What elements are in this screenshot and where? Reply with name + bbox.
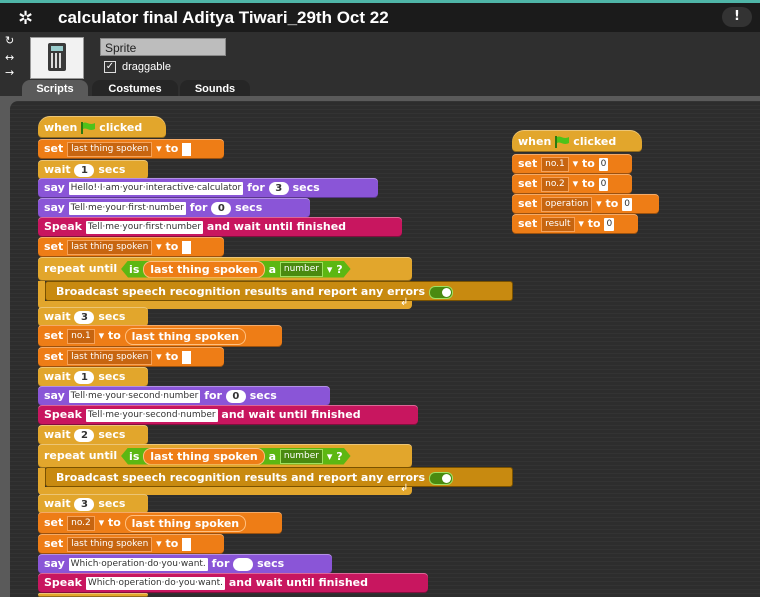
when-flag-clicked-hat[interactable]: when clicked [512,130,642,152]
loop-arrow-icon: ↲ [400,483,409,494]
say-for-block[interactable]: say Which·operation·do·you·want. for sec… [38,554,332,574]
set-block[interactable]: set no.1 ▾ to 0 [512,154,632,174]
wait-block[interactable]: wait 3 secs [38,494,148,514]
wait-block[interactable]: wait 3 secs [38,307,148,327]
set-block[interactable]: set no.2 ▾ to 0 [512,174,632,194]
set-block[interactable]: set result ▾ to 0 [512,214,638,234]
partial-block [38,593,148,597]
is-type-predicate[interactable]: is last thing spoken a number ▾ ? [121,448,351,465]
sprite-thumbnail[interactable] [30,37,84,79]
title-bar: ✲ calculator final Aditya Tiwari_29th Oc… [0,0,760,32]
set-block[interactable]: set operation ▾ to 0 [512,194,659,214]
gear-icon[interactable]: ✲ [18,8,33,29]
set-block[interactable]: set last thing spoken ▾ to [38,237,224,257]
loop-arrow-icon: ↲ [400,297,409,308]
value-slot[interactable] [182,142,192,156]
project-title: calculator final Aditya Tiwari_29th Oct … [58,8,389,27]
broadcast-speech-block[interactable]: Broadcast speech recognition results and… [45,281,513,301]
draggable-label: draggable [122,61,171,73]
speak-and-wait-block[interactable]: Speak Tell·me·your·first·number and wait… [38,217,402,237]
repeat-until-block[interactable]: repeat until is last thing spoken a numb… [38,444,412,468]
wait-block[interactable]: wait 1 secs [38,367,148,387]
c-block-wall [38,281,45,303]
say-for-block[interactable]: say Hello!·I·am·your·interactive·calcula… [38,178,378,198]
speak-and-wait-block[interactable]: Speak Tell·me·your·second·number and wai… [38,405,418,425]
variable-dropdown[interactable]: last thing spoken [67,141,153,157]
wait-block[interactable]: wait 1 secs [38,160,148,180]
flip-icon[interactable]: ↔ [5,51,14,64]
say-for-block[interactable]: say Tell·me·your·second·number for 0 sec… [38,386,330,406]
say-for-block[interactable]: say Tell·me·your·first·number for 0 secs [38,198,310,218]
broadcast-speech-block[interactable]: Broadcast speech recognition results and… [45,467,513,487]
repeat-until-block[interactable]: repeat until is last thing spoken a numb… [38,257,412,281]
no-rotate-icon[interactable]: → [5,66,14,79]
set-block[interactable]: set last thing spoken ▾ to [38,534,224,554]
set-block[interactable]: set last thing spoken ▾ to [38,139,224,159]
sprite-name-field[interactable]: Sprite [100,38,226,56]
green-flag-icon [81,122,96,134]
set-block[interactable]: set last thing spoken ▾ to [38,347,224,367]
toggle-switch[interactable] [428,471,453,485]
is-type-predicate[interactable]: is last thing spoken a number ▾ ? [121,261,351,278]
rotate-icon[interactable]: ↻ [5,34,14,47]
wait-block[interactable]: wait 2 secs [38,425,148,445]
set-block[interactable]: set no.2 ▾ to last thing spoken [38,512,282,534]
menu-button[interactable]: ! [722,7,752,27]
calculator-icon [48,43,66,71]
when-flag-clicked-hat[interactable]: when clicked [38,116,166,138]
green-flag-icon [555,136,570,148]
toggle-switch[interactable] [428,285,453,299]
speak-and-wait-block[interactable]: Speak Which·operation·do·you·want. and w… [38,573,428,593]
draggable-checkbox[interactable]: ✓ [104,61,116,73]
set-block[interactable]: set no.1 ▾ to last thing spoken [38,325,282,347]
